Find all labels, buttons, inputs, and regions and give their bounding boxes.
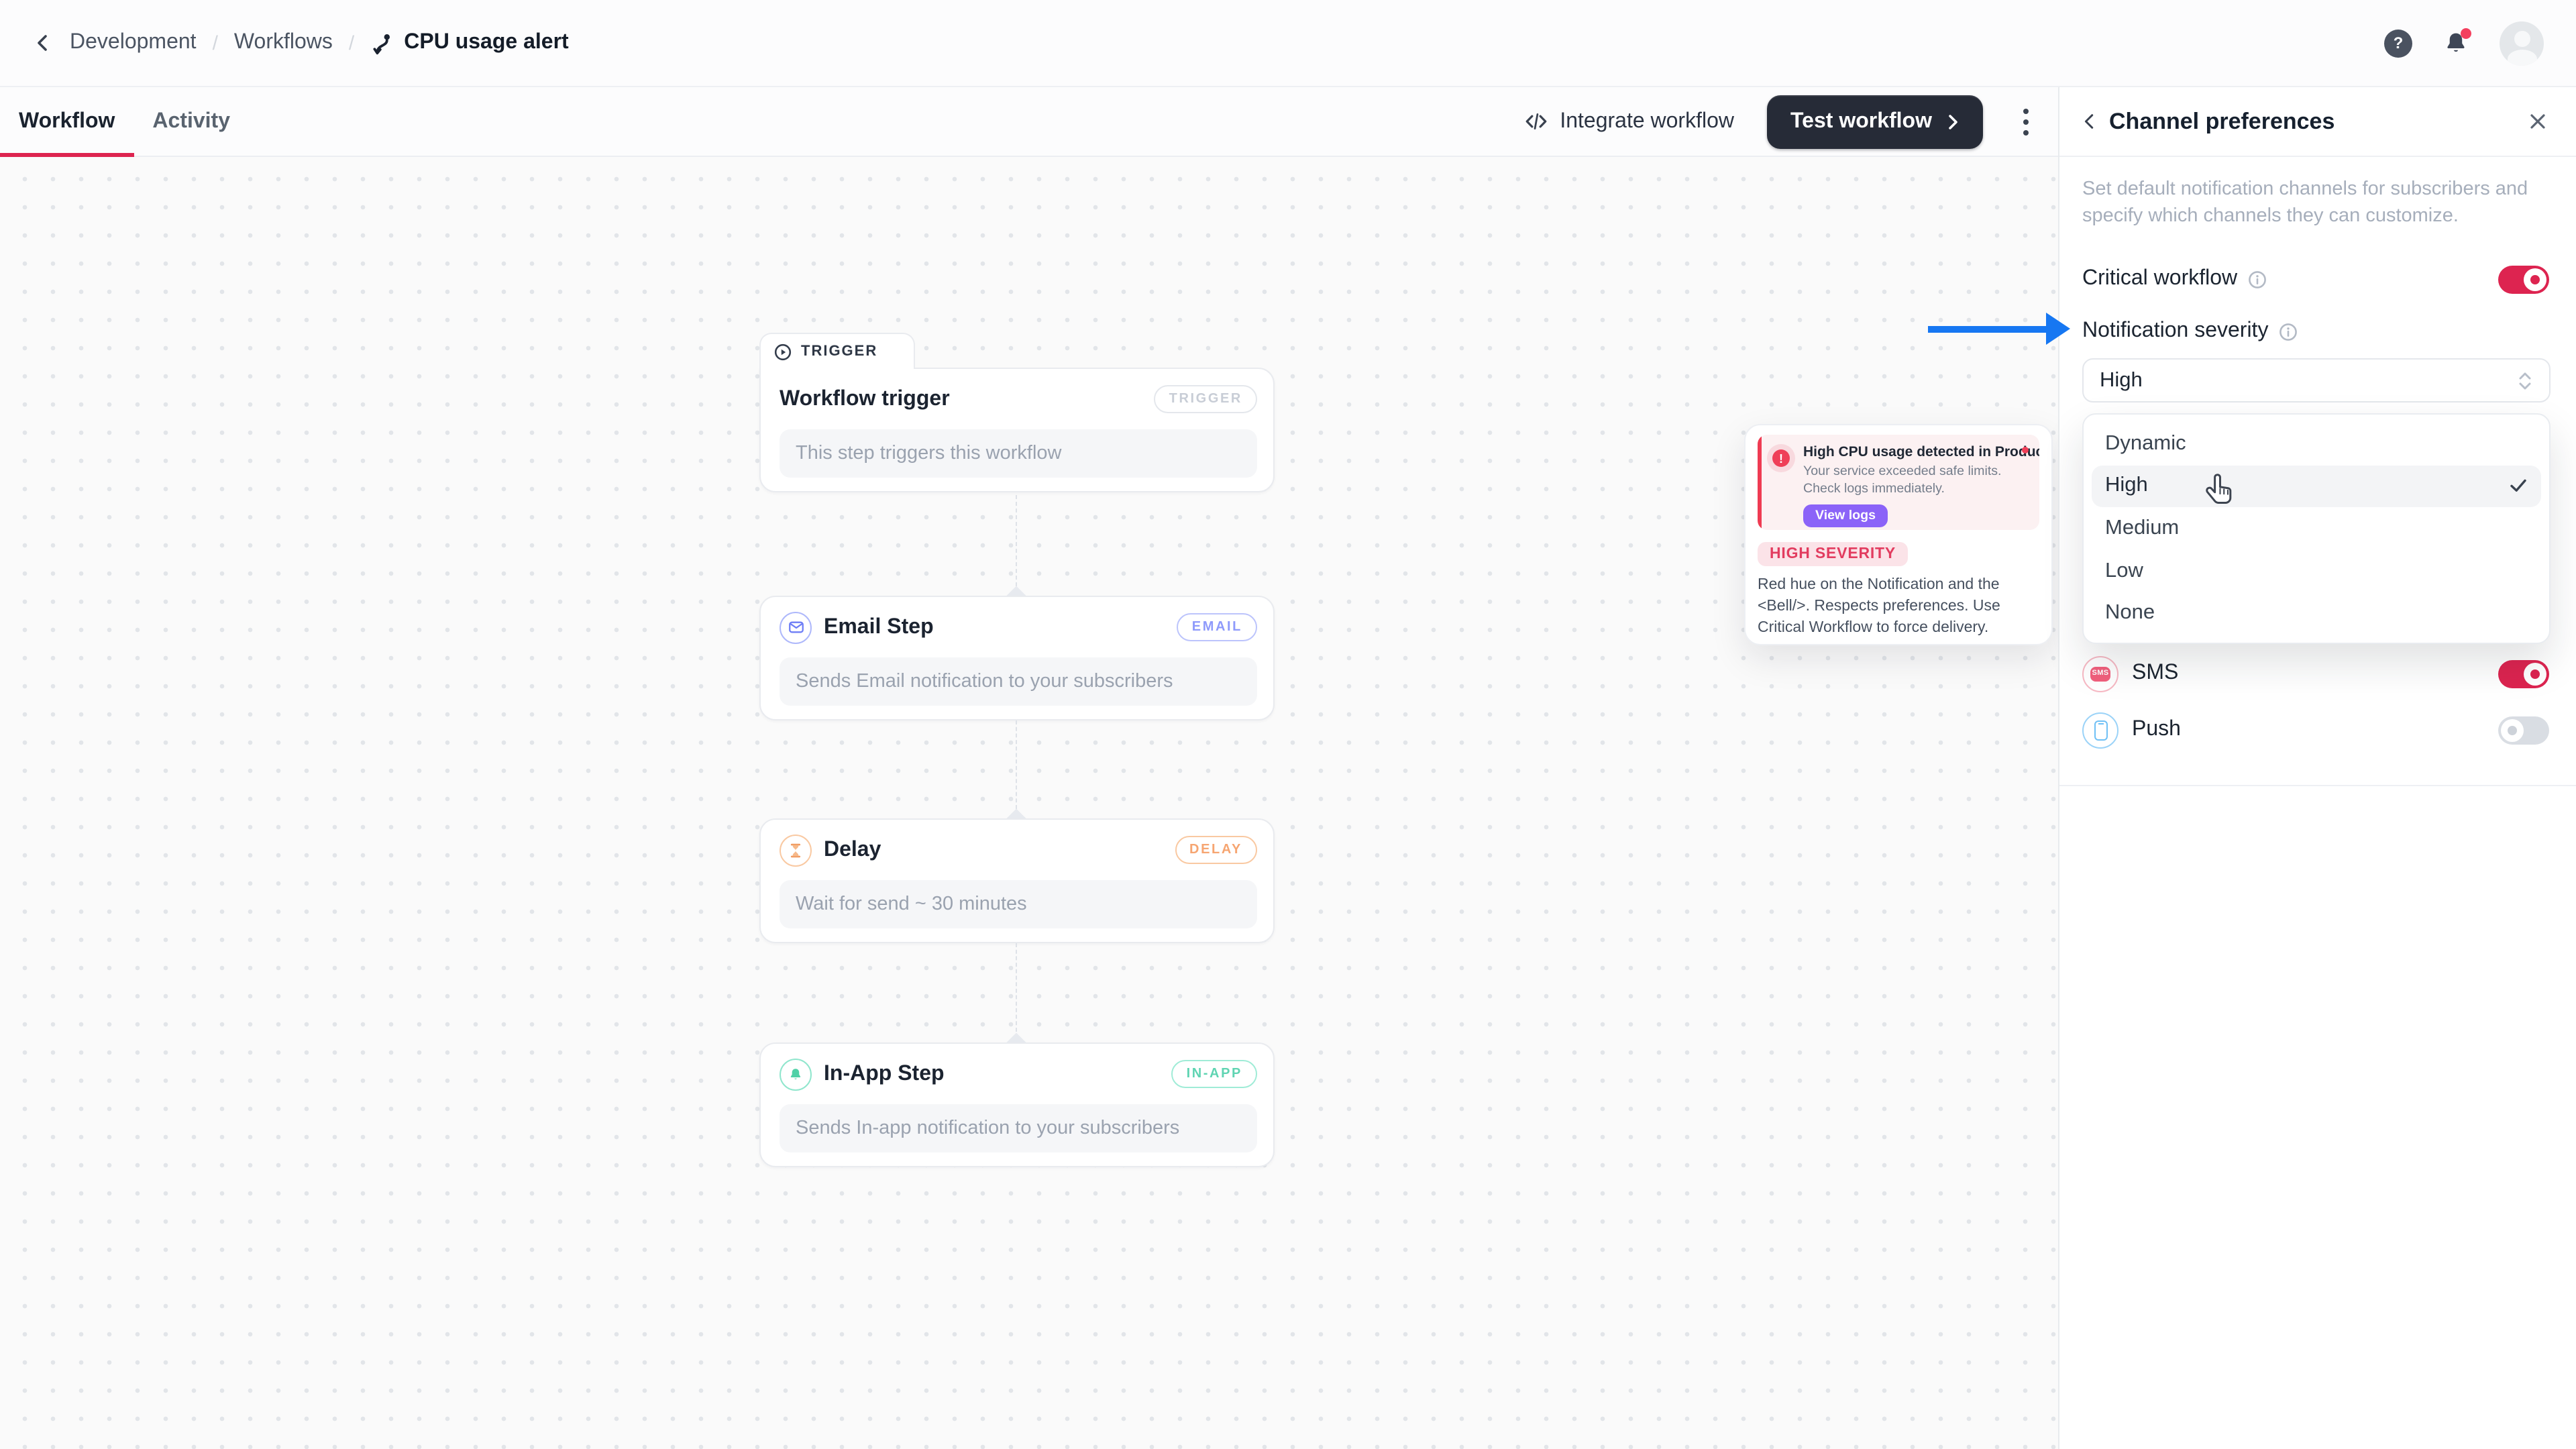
breadcrumb-separator: /: [213, 32, 218, 54]
tab-activity[interactable]: Activity: [133, 87, 249, 156]
critical-workflow-label: Critical workflow: [2082, 267, 2237, 291]
node-title: Workflow trigger: [780, 387, 950, 411]
breadcrumb-current: CPU usage alert: [370, 31, 568, 55]
panel-back-icon[interactable]: [2081, 113, 2098, 130]
node-title: Email Step: [824, 615, 934, 639]
panel-description: Set default notification channels for su…: [2082, 176, 2555, 229]
high-severity-badge: HIGH SEVERITY: [1758, 542, 1908, 566]
header-actions: ?: [2384, 21, 2544, 65]
push-icon: [2082, 712, 2118, 748]
in-app-badge: IN-APP: [1172, 1060, 1257, 1088]
toolbar-actions: Integrate workflow Test workflow: [1523, 95, 2058, 148]
trigger-tab: TRIGGER: [759, 333, 915, 369]
select-chevrons-icon: [2517, 370, 2533, 391]
tab-workflow[interactable]: Workflow: [0, 87, 133, 156]
push-toggle[interactable]: [2498, 716, 2549, 744]
notification-severity-label: Notification severity: [2082, 319, 2268, 343]
breadcrumb-workflow-name: CPU usage alert: [404, 31, 568, 55]
integrate-workflow-button[interactable]: Integrate workflow: [1523, 109, 1734, 133]
hand-cursor: [2203, 472, 2241, 513]
node-body[interactable]: Sends In-app notification to your subscr…: [780, 1104, 1257, 1152]
node-in-app-step[interactable]: In-App Step IN-APP Sends In-app notifica…: [759, 1042, 1275, 1167]
panel-header: Channel preferences: [2059, 87, 2576, 157]
severity-stripe: [1758, 435, 1762, 530]
sms-label: SMS: [2132, 661, 2178, 686]
edge-connector: [1016, 943, 1017, 1032]
check-icon: [2509, 478, 2528, 494]
info-icon[interactable]: [2247, 269, 2267, 289]
notifications-bell-icon[interactable]: [2442, 29, 2470, 57]
breadcrumb-development[interactable]: Development: [70, 31, 197, 55]
email-icon: [780, 611, 812, 643]
push-label: Push: [2132, 718, 2181, 742]
node-email-step[interactable]: Email Step EMAIL Sends Email notificatio…: [759, 596, 1275, 720]
workflow-toolbar: Workflow Activity Integrate workflow Tes…: [0, 87, 2058, 157]
delay-badge: DELAY: [1175, 836, 1257, 864]
breadcrumb-separator: /: [349, 32, 354, 54]
unread-dot: [2461, 28, 2471, 38]
critical-workflow-toggle[interactable]: [2498, 265, 2549, 293]
panel-divider: [2059, 785, 2576, 786]
option-high[interactable]: High: [2092, 465, 2541, 507]
sms-toggle[interactable]: [2498, 659, 2549, 688]
app: Development / Workflows / CPU usage aler…: [0, 0, 2576, 1449]
help-icon[interactable]: ?: [2384, 29, 2412, 57]
in-app-bell-icon: [780, 1058, 812, 1090]
sms-icon: SMS: [2082, 655, 2118, 692]
push-channel-row: Push: [2082, 712, 2549, 747]
code-icon: [1523, 110, 1548, 133]
severity-select[interactable]: High: [2082, 358, 2551, 402]
option-medium[interactable]: Medium: [2092, 507, 2541, 549]
option-dynamic[interactable]: Dynamic: [2092, 423, 2541, 465]
hourglass-icon: [780, 834, 812, 866]
option-none[interactable]: None: [2092, 592, 2541, 635]
workflow-canvas[interactable]: TRIGGER Workflow trigger TRIGGER This st…: [0, 157, 2058, 1449]
trigger-tab-label: TRIGGER: [801, 343, 877, 360]
play-circle-icon: [774, 343, 792, 360]
unread-dot: [2022, 447, 2029, 453]
more-options-button[interactable]: [2015, 100, 2037, 143]
node-title: In-App Step: [824, 1062, 945, 1086]
severity-tooltip-card: ! High CPU usage detected in Production …: [1744, 424, 2053, 645]
test-workflow-label: Test workflow: [1790, 109, 1932, 133]
edge-connector: [1016, 495, 1017, 586]
option-low[interactable]: Low: [2092, 550, 2541, 592]
preview-body: Your service exceeded safe limits. Check…: [1803, 464, 2018, 498]
chevron-left-icon: [34, 34, 52, 52]
node-body[interactable]: Sends Email notification to your subscri…: [780, 657, 1257, 706]
workflow-icon: [370, 32, 393, 54]
channel-preferences-panel: Channel preferences Set default notifica…: [2058, 87, 2576, 1449]
chevron-right-icon: [1948, 113, 1959, 129]
integrate-workflow-label: Integrate workflow: [1560, 109, 1734, 133]
node-body[interactable]: Wait for send ~ 30 minutes: [780, 880, 1257, 928]
test-workflow-button[interactable]: Test workflow: [1766, 95, 1983, 148]
breadcrumb: Development / Workflows / CPU usage aler…: [70, 31, 569, 55]
edge-connector: [1016, 720, 1017, 809]
severity-dropdown: Dynamic High Medium Low None: [2082, 413, 2551, 644]
critical-workflow-row: Critical workflow: [2082, 263, 2549, 295]
email-badge: EMAIL: [1177, 613, 1257, 641]
severity-select-value: High: [2100, 368, 2143, 392]
breadcrumb-workflows[interactable]: Workflows: [234, 31, 333, 55]
node-title: Delay: [824, 838, 881, 862]
node-workflow-trigger[interactable]: Workflow trigger TRIGGER This step trigg…: [759, 368, 1275, 492]
app-header: Development / Workflows / CPU usage aler…: [0, 0, 2576, 87]
trigger-badge: TRIGGER: [1155, 385, 1257, 413]
close-icon[interactable]: [2520, 104, 2555, 139]
info-icon[interactable]: [2277, 321, 2298, 341]
view-logs-button[interactable]: View logs: [1803, 504, 1888, 527]
option-high-label: High: [2105, 474, 2148, 498]
panel-title: Channel preferences: [2109, 108, 2334, 135]
tooltip-description: Red hue on the Notification and the <Bel…: [1758, 576, 2039, 639]
preview-title: High CPU usage detected in Production: [1803, 444, 2029, 462]
node-body[interactable]: This step triggers this workflow: [780, 429, 1257, 478]
node-delay[interactable]: Delay DELAY Wait for send ~ 30 minutes: [759, 818, 1275, 943]
alert-icon: !: [1767, 444, 1795, 472]
back-button[interactable]: [24, 24, 62, 62]
avatar[interactable]: [2500, 21, 2544, 65]
sms-channel-row: SMS SMS: [2082, 656, 2549, 691]
notification-severity-row: Notification severity: [2082, 315, 2549, 347]
notification-preview: ! High CPU usage detected in Production …: [1758, 435, 2039, 530]
